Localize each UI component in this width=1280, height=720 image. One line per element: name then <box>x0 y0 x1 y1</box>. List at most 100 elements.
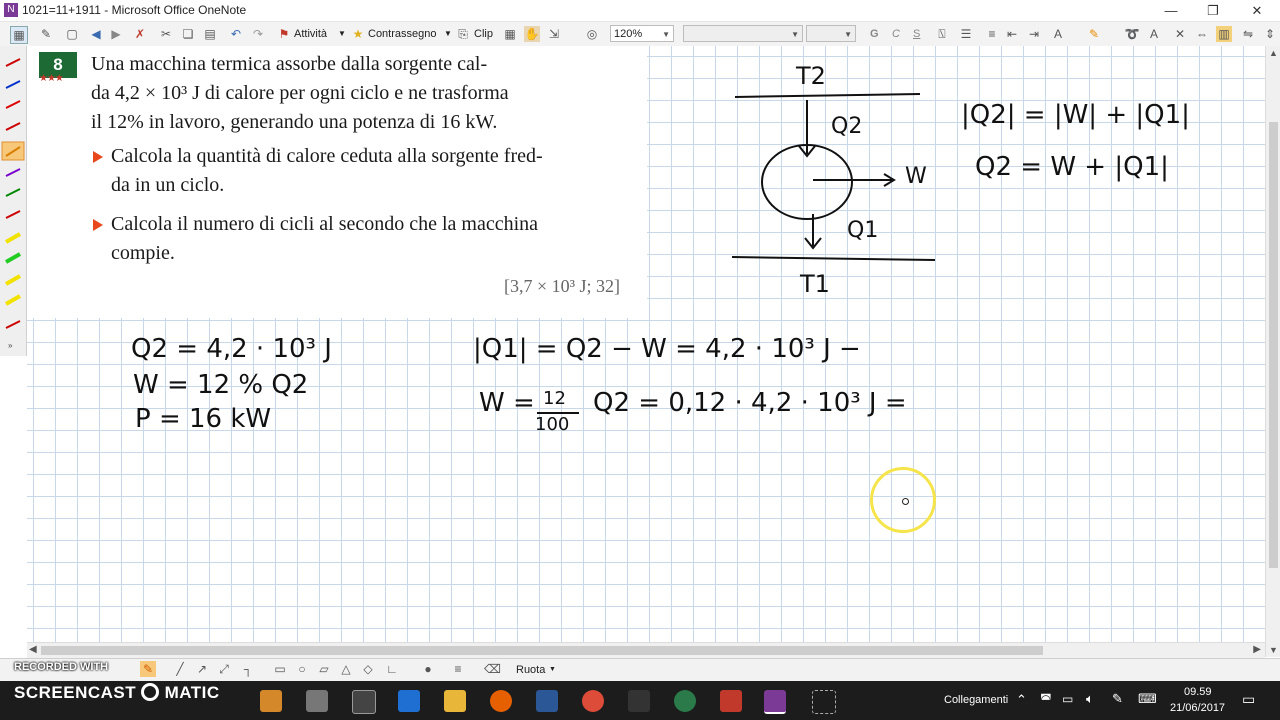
onenote-taskbar-icon[interactable] <box>764 690 786 714</box>
vertical-scroll-thumb[interactable] <box>1269 122 1278 568</box>
scroll-left-icon[interactable]: ◀ <box>29 644 37 655</box>
page-icon[interactable]: ▦ <box>10 26 28 44</box>
rectangle-icon[interactable]: ▭ <box>272 661 288 677</box>
horizontal-scrollbar[interactable]: ◀ ▶ <box>27 642 1265 658</box>
paste-icon[interactable]: ▤ <box>202 26 218 42</box>
double-arrow-icon[interactable]: ⤢ <box>216 661 232 677</box>
pen-icon[interactable] <box>5 168 21 177</box>
shield-icon[interactable] <box>398 690 420 712</box>
paint-icon[interactable] <box>628 690 650 712</box>
rotate-dropdown-icon[interactable]: ▼ <box>549 661 556 679</box>
clip-button[interactable]: Clip <box>474 25 493 43</box>
delete-icon[interactable]: ✗ <box>132 26 148 42</box>
keyboard-icon[interactable]: ⌨ <box>1138 691 1157 707</box>
app-icon[interactable] <box>306 690 328 712</box>
horizontal-scroll-thumb[interactable] <box>41 646 1043 655</box>
undo-icon[interactable]: ↶ <box>228 26 244 42</box>
volume-icon[interactable]: 🔈︎ <box>1086 691 1094 707</box>
pen-icon[interactable] <box>5 122 21 131</box>
minimize-button[interactable]: — <box>1150 0 1192 21</box>
flag-dropdown-icon[interactable]: ▼ <box>444 25 452 43</box>
italic-button[interactable]: C <box>892 25 900 43</box>
axis-icon[interactable]: ┐ <box>240 661 256 677</box>
pen-icon[interactable] <box>5 80 21 89</box>
chevron-up-icon[interactable]: ⌃ <box>1016 692 1027 708</box>
pen-icon[interactable] <box>5 100 21 109</box>
format-icon[interactable]: ⇔ <box>1194 26 1210 42</box>
sync-icon[interactable]: ⇋ <box>1240 26 1256 42</box>
back-icon[interactable]: ◀ <box>88 26 104 42</box>
bold-button[interactable]: G <box>870 25 879 43</box>
flag-button[interactable]: Contrassegno <box>368 25 437 43</box>
bullets-icon[interactable]: ☰ <box>958 26 974 42</box>
increase-indent-icon[interactable]: ⇥ <box>1026 26 1042 42</box>
coordinate-axis-icon[interactable]: ∟ <box>384 661 400 677</box>
pen-icon[interactable]: ✎ <box>38 26 54 42</box>
triangle-icon[interactable]: △ <box>338 661 354 677</box>
type-icon[interactable]: A <box>1146 26 1162 42</box>
pen-icon[interactable] <box>5 58 21 67</box>
calculator-icon[interactable] <box>352 690 376 714</box>
clock-time[interactable]: 09.59 <box>1184 686 1212 698</box>
diamond-icon[interactable]: ◇ <box>360 661 376 677</box>
copy-icon[interactable]: ❏ <box>180 26 196 42</box>
chrome-icon[interactable] <box>582 690 604 712</box>
activities-dropdown-icon[interactable]: ▼ <box>338 25 346 43</box>
forward-icon[interactable]: ▶ <box>108 26 124 42</box>
restore-button[interactable]: ❐ <box>1192 0 1234 21</box>
battery-icon[interactable]: ▭ <box>1062 692 1073 706</box>
expand-icon[interactable]: » <box>8 341 13 350</box>
rotate-button[interactable]: Ruota <box>516 661 545 679</box>
geogebra-icon[interactable] <box>674 690 696 712</box>
underline-button[interactable]: S <box>913 25 920 43</box>
font-size-select[interactable]: ▼ <box>806 25 856 42</box>
highlighter-icon[interactable] <box>5 252 21 264</box>
cut-icon[interactable]: ✂ <box>158 26 174 42</box>
zoom-select[interactable]: 120% ▼ <box>610 25 674 42</box>
scroll-down-icon[interactable]: ▼ <box>1269 645 1278 655</box>
gimp-icon[interactable] <box>260 690 282 712</box>
eraser-icon[interactable]: ✕ <box>1172 26 1188 42</box>
line-weight-icon[interactable]: ≡ <box>450 661 466 677</box>
word-icon[interactable] <box>536 690 558 712</box>
more-tools-icon[interactable]: ⇕ <box>1262 26 1278 42</box>
pen-icon[interactable] <box>5 320 21 329</box>
new-page-icon[interactable]: ▢ <box>64 26 80 42</box>
pen-icon[interactable] <box>5 188 21 197</box>
ellipse-icon[interactable]: ○ <box>294 661 310 677</box>
pan-icon[interactable]: ✋ <box>524 26 540 42</box>
note-page-canvas[interactable]: 8 ★★★ Una macchina termica assorbe dalla… <box>27 46 1265 642</box>
pen-workspace-icon[interactable]: ✎ <box>1112 691 1123 707</box>
clock-date[interactable]: 21/06/2017 <box>1170 702 1225 714</box>
eraser-icon[interactable]: ⌫ <box>484 661 501 677</box>
vertical-scrollbar[interactable]: ▲ ▼ <box>1265 46 1280 657</box>
highlighter-icon[interactable] <box>5 232 21 244</box>
highlight-icon[interactable]: ⍂ <box>934 26 950 42</box>
text-color-icon[interactable]: A <box>1050 26 1066 42</box>
pen-color-icon[interactable]: ✎ <box>1086 26 1102 42</box>
lasso-icon[interactable]: ➰ <box>1124 26 1140 42</box>
close-button[interactable]: ✕ <box>1236 0 1278 21</box>
activities-button[interactable]: Attività <box>294 25 327 43</box>
insert-space-icon[interactable]: ⇲ <box>546 26 562 42</box>
numbering-icon[interactable]: ≡ <box>984 26 1000 42</box>
highlighter-icon[interactable] <box>5 294 21 306</box>
line-icon[interactable]: ╱ <box>172 661 188 677</box>
firefox-icon[interactable] <box>490 690 512 712</box>
color-picker-icon[interactable]: ● <box>420 661 436 677</box>
snipping-icon[interactable] <box>812 690 836 714</box>
folder-icon[interactable] <box>444 690 466 712</box>
help-icon[interactable]: ◎ <box>584 26 600 42</box>
arrow-icon[interactable]: ↗ <box>194 661 210 677</box>
decrease-indent-icon[interactable]: ⇤ <box>1004 26 1020 42</box>
font-name-select[interactable]: ▼ <box>683 25 803 42</box>
highlighter-icon[interactable] <box>5 274 21 286</box>
notifications-icon[interactable]: ▭ <box>1242 691 1255 708</box>
parallelogram-icon[interactable]: ▱ <box>316 661 332 677</box>
redo-icon[interactable]: ↷ <box>250 26 266 42</box>
pen-icon[interactable] <box>5 210 21 219</box>
grid-icon[interactable]: ▦ <box>502 26 518 42</box>
network-icon[interactable]: ◚ <box>1040 692 1052 706</box>
page-color-icon[interactable]: ▥ <box>1216 26 1232 42</box>
acrobat-icon[interactable] <box>720 690 742 712</box>
